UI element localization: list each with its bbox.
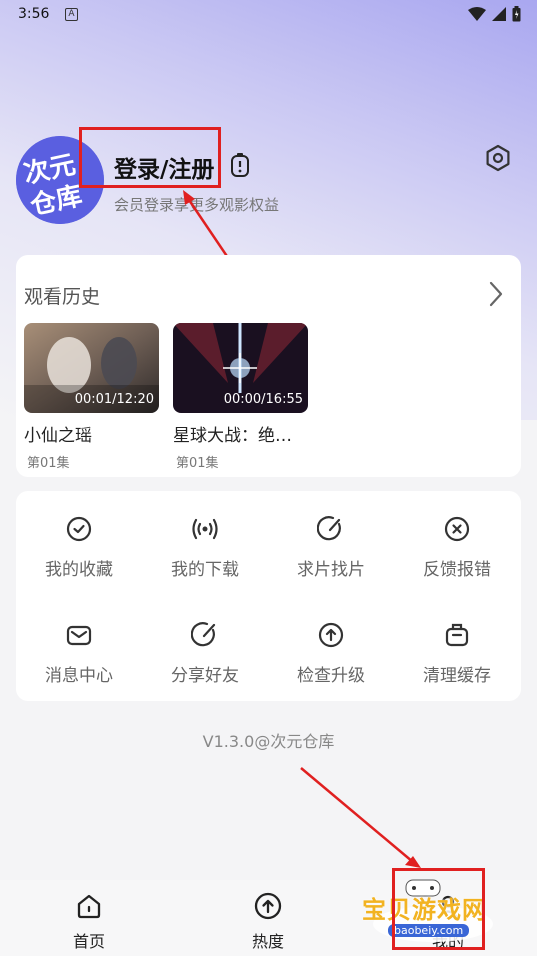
nav-item-hot[interactable]: 热度 — [218, 892, 318, 952]
notification-icon: A — [65, 8, 78, 21]
settings-icon[interactable] — [484, 144, 512, 172]
watch-history-card: 观看历史 00:01/12:20 小仙之瑶 第01集 00:00/16:55 星… — [16, 255, 521, 477]
nav-label: 首页 — [72, 932, 105, 951]
edit-circle-icon — [317, 516, 341, 541]
menu-label: 求片找片 — [297, 560, 365, 580]
upgrade-icon — [318, 622, 344, 648]
share-icon — [191, 622, 216, 647]
menu-label: 检查升级 — [297, 666, 365, 686]
menu-label: 反馈报错 — [423, 560, 491, 580]
annotation-arrow-down — [300, 767, 421, 868]
broadcast-icon — [192, 518, 218, 540]
menu-label: 消息中心 — [45, 666, 113, 686]
check-circle-icon — [66, 516, 92, 542]
function-menu-card: 我的收藏 我的下载 求片找片 反馈报错 消息中心 分享好友 检查升级 清理缓存 — [16, 491, 521, 701]
menu-label: 分享好友 — [171, 666, 239, 686]
video-thumbnail[interactable]: 00:00/16:55 — [173, 323, 308, 413]
home-icon — [77, 894, 101, 919]
video-thumbnail[interactable]: 00:01/12:20 — [24, 323, 159, 413]
history-item[interactable]: 00:00/16:55 星球大战：绝… 第01集 — [173, 323, 308, 471]
battery-icon — [512, 6, 521, 22]
episode-label: 第01集 — [176, 456, 219, 471]
version-label: V1.3.0@次元仓库 — [202, 732, 335, 751]
chevron-right-icon[interactable] — [489, 281, 503, 307]
status-icons — [468, 6, 521, 22]
menu-label: 我的下载 — [171, 560, 239, 580]
video-title: 星球大战：绝… — [173, 426, 292, 446]
watch-history-title: 观看历史 — [24, 286, 101, 308]
video-title: 小仙之瑶 — [24, 426, 92, 446]
nav-item-home[interactable]: 首页 — [39, 892, 139, 952]
playback-progress: 00:00/16:55 — [223, 392, 303, 407]
close-circle-icon — [444, 516, 470, 542]
annotation-box-login — [79, 127, 221, 188]
menu-label: 清理缓存 — [423, 666, 491, 686]
episode-label: 第01集 — [27, 456, 70, 471]
annotation-box-mine — [392, 868, 485, 950]
status-time: 3:56 — [18, 6, 50, 22]
status-bar: 3:56 A — [0, 0, 537, 32]
menu-item-request[interactable]: 求片找片 — [268, 515, 394, 580]
clear-cache-icon — [445, 623, 469, 647]
mail-icon — [66, 625, 92, 646]
menu-item-clear-cache[interactable]: 清理缓存 — [394, 621, 520, 686]
menu-item-share[interactable]: 分享好友 — [142, 621, 268, 686]
menu-item-favorites[interactable]: 我的收藏 — [16, 515, 142, 580]
menu-item-messages[interactable]: 消息中心 — [16, 621, 142, 686]
menu-label: 我的收藏 — [45, 560, 113, 580]
menu-item-feedback[interactable]: 反馈报错 — [394, 515, 520, 580]
signal-icon — [492, 7, 506, 21]
playback-progress: 00:01/12:20 — [74, 392, 154, 407]
menu-item-upgrade[interactable]: 检查升级 — [268, 621, 394, 686]
nav-label: 热度 — [251, 932, 284, 951]
menu-item-downloads[interactable]: 我的下载 — [142, 515, 268, 580]
lock-icon — [231, 153, 249, 177]
history-item[interactable]: 00:01/12:20 小仙之瑶 第01集 — [24, 323, 159, 471]
wifi-icon — [468, 7, 486, 21]
hot-icon — [254, 892, 282, 920]
